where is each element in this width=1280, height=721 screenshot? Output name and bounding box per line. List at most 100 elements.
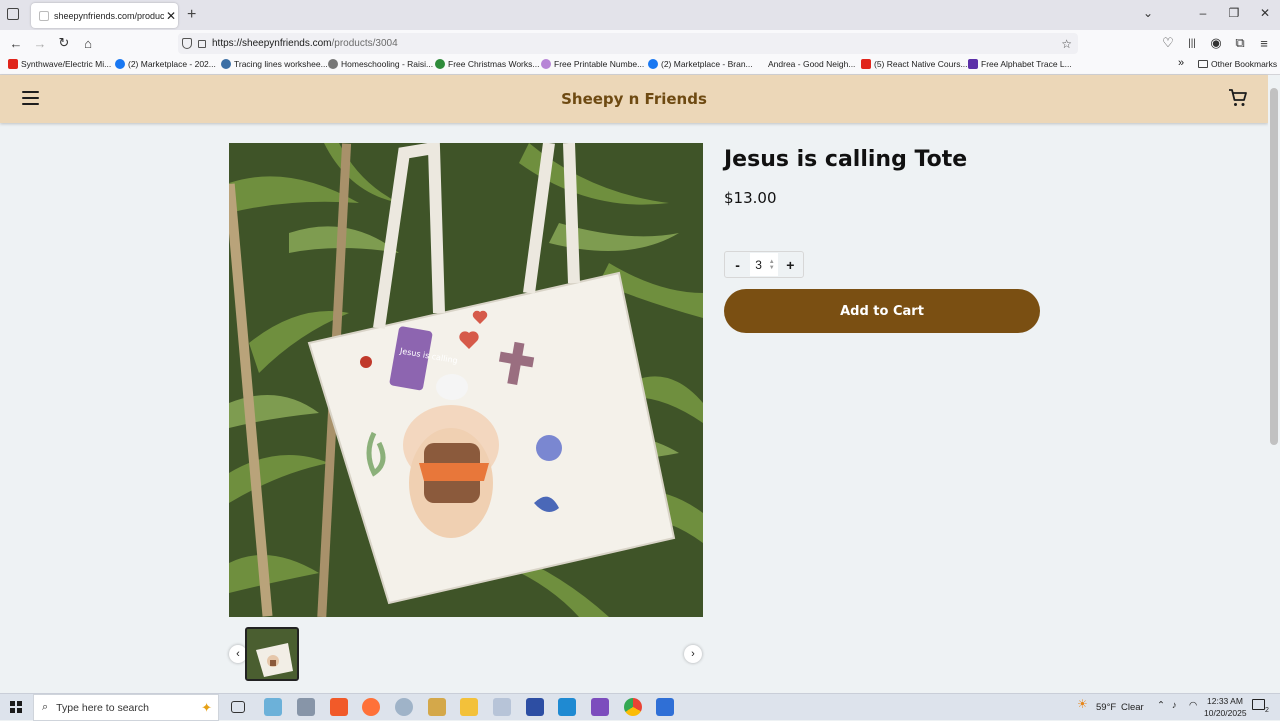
bookmark-star-icon[interactable]: ☆ bbox=[1061, 37, 1072, 51]
search-placeholder: Type here to search bbox=[56, 701, 149, 714]
bookmark-favicon-icon bbox=[328, 59, 338, 69]
bookmarks-overflow-icon[interactable]: » bbox=[1178, 57, 1184, 69]
reload-icon[interactable]: ↻ bbox=[56, 35, 72, 51]
back-icon[interactable]: ← bbox=[8, 35, 24, 51]
minimize-window-icon[interactable]: – bbox=[1193, 6, 1213, 20]
weather-icon[interactable]: ☀ bbox=[1077, 697, 1088, 711]
chrome-icon[interactable] bbox=[624, 698, 642, 716]
browser-nav-bar: ← → ↻ ⌂ https://sheepynfriends.com/produ… bbox=[0, 30, 1280, 56]
bookmark-item[interactable]: Synthwave/Electric Mi... bbox=[8, 59, 111, 69]
bookmark-item[interactable]: Free Christmas Works... bbox=[435, 59, 539, 69]
bookmark-favicon-icon bbox=[115, 59, 125, 69]
close-tab-icon[interactable]: ✕ bbox=[164, 9, 178, 23]
chevron-right-icon: › bbox=[691, 648, 695, 660]
scrollbar-thumb[interactable] bbox=[1270, 88, 1278, 445]
bookmark-favicon-icon bbox=[648, 59, 658, 69]
bookmark-item[interactable]: Free Printable Numbe... bbox=[541, 59, 644, 69]
bookmark-label: Andrea - Good Neigh... bbox=[768, 59, 856, 69]
quantity-decrement-button[interactable]: - bbox=[725, 257, 750, 273]
bookmark-item[interactable]: Tracing lines workshee... bbox=[221, 59, 328, 69]
tab-list-icon[interactable] bbox=[7, 8, 19, 20]
other-bookmarks[interactable]: Other Bookmarks bbox=[1198, 59, 1277, 69]
taskbar-app-icon[interactable] bbox=[493, 698, 511, 716]
forward-icon[interactable]: → bbox=[32, 35, 48, 51]
library-icon[interactable]: ||| bbox=[1184, 35, 1200, 51]
taskbar-app-icon[interactable] bbox=[526, 698, 544, 716]
bookmark-item[interactable]: (2) Marketplace - 202... bbox=[115, 59, 216, 69]
site-brand[interactable]: Sheepy n Friends bbox=[0, 90, 1268, 108]
bookmark-label: (2) Marketplace - 202... bbox=[128, 59, 216, 69]
volume-icon[interactable]: ♪ bbox=[1172, 700, 1177, 711]
url-domain: https://sheepynfriends.com bbox=[212, 38, 332, 49]
bookmark-favicon-icon bbox=[8, 59, 18, 69]
tab-favicon-icon bbox=[39, 10, 49, 21]
bookmark-favicon-icon bbox=[968, 59, 978, 69]
quantity-spinner-icon[interactable]: ▲ ▼ bbox=[769, 259, 775, 271]
restore-window-icon[interactable]: ❐ bbox=[1224, 6, 1244, 20]
tab-overflow-chevron-icon[interactable]: ⌄ bbox=[1138, 6, 1158, 20]
bookmark-item[interactable]: Andrea - Good Neigh... bbox=[755, 59, 855, 69]
tracking-shield-icon[interactable] bbox=[182, 38, 192, 49]
bookmark-label: (2) Marketplace - Bran... bbox=[661, 59, 753, 69]
menu-icon[interactable]: ≡ bbox=[1256, 35, 1272, 51]
extensions-icon[interactable]: ⧉ bbox=[1232, 35, 1248, 51]
windows-start-icon[interactable] bbox=[10, 701, 22, 713]
browser-tab-strip: sheepynfriends.com/products/3 ✕ + ⌄ – ❐ … bbox=[0, 0, 1280, 30]
bookmark-item[interactable]: (2) Marketplace - Bran... bbox=[648, 59, 753, 69]
product-main-image[interactable]: Jesus is calling bbox=[229, 143, 703, 617]
product-thumbnail[interactable] bbox=[245, 627, 299, 681]
bookmark-favicon-icon bbox=[221, 59, 231, 69]
quantity-increment-button[interactable]: + bbox=[778, 257, 803, 273]
bookmark-item[interactable]: Free Alphabet Trace L... bbox=[968, 59, 1072, 69]
lock-icon[interactable] bbox=[198, 39, 206, 48]
home-icon[interactable]: ⌂ bbox=[80, 35, 96, 51]
file-explorer-icon[interactable] bbox=[460, 698, 478, 716]
taskbar-app-icon[interactable] bbox=[395, 698, 413, 716]
bookmark-favicon-icon bbox=[755, 59, 765, 69]
clock-time[interactable]: 12:33 AM bbox=[1207, 696, 1243, 706]
tab-title: sheepynfriends.com/products/3 bbox=[54, 10, 164, 21]
pocket-icon[interactable]: ♡ bbox=[1160, 35, 1176, 51]
weather-temp[interactable]: 59°F bbox=[1096, 702, 1116, 713]
taskbar-app-icon[interactable] bbox=[656, 698, 674, 716]
page-scrollbar[interactable] bbox=[1268, 75, 1280, 693]
network-icon[interactable]: ◠ bbox=[1189, 700, 1197, 711]
new-tab-icon[interactable]: + bbox=[187, 6, 196, 24]
bookmark-favicon-icon bbox=[541, 59, 551, 69]
taskbar-app-icon[interactable] bbox=[264, 698, 282, 716]
notification-icon[interactable] bbox=[1252, 699, 1265, 710]
bookmark-favicon-icon bbox=[435, 59, 445, 69]
taskbar-app-icon[interactable] bbox=[297, 698, 315, 716]
brave-browser-icon[interactable] bbox=[330, 698, 348, 716]
close-window-icon[interactable]: ✕ bbox=[1255, 6, 1275, 20]
browser-tab[interactable]: sheepynfriends.com/products/3 ✕ bbox=[31, 3, 178, 28]
gallery-next-button[interactable]: › bbox=[684, 645, 702, 663]
taskbar-app-icon[interactable] bbox=[428, 698, 446, 716]
bookmark-label: (5) React Native Cours... bbox=[874, 59, 968, 69]
bookmark-label: Synthwave/Electric Mi... bbox=[21, 59, 112, 69]
tray-overflow-icon[interactable]: ⌃ bbox=[1157, 700, 1165, 711]
bookmarks-bar: Synthwave/Electric Mi... (2) Marketplace… bbox=[0, 56, 1280, 75]
bookmark-item[interactable]: (5) React Native Cours... bbox=[861, 59, 968, 69]
search-highlight-icon: ✦ bbox=[201, 699, 212, 715]
task-view-icon[interactable] bbox=[231, 701, 245, 713]
address-bar[interactable]: https://sheepynfriends.com/products/3004… bbox=[178, 33, 1078, 54]
search-icon: ⌕ bbox=[42, 701, 49, 713]
visual-studio-icon[interactable] bbox=[591, 698, 609, 716]
quantity-input[interactable]: 3 ▲ ▼ bbox=[750, 253, 778, 276]
bookmark-item[interactable]: Homeschooling - Raisi... bbox=[328, 59, 433, 69]
product-price: $13.00 bbox=[724, 189, 777, 207]
clock-date[interactable]: 10/20/2025 bbox=[1204, 708, 1247, 718]
add-to-cart-button[interactable]: Add to Cart bbox=[724, 289, 1040, 333]
quantity-value: 3 bbox=[755, 257, 762, 272]
notification-count: 2 bbox=[1265, 707, 1269, 714]
bookmark-label: Free Christmas Works... bbox=[448, 59, 540, 69]
windows-taskbar: ⌕ Type here to search ✦ ☀ 59°F Clear ⌃ ♪… bbox=[0, 693, 1280, 721]
taskbar-search-input[interactable]: ⌕ Type here to search ✦ bbox=[33, 694, 219, 721]
vscode-icon[interactable] bbox=[558, 698, 576, 716]
account-icon[interactable]: ◉ bbox=[1208, 35, 1224, 51]
shopping-cart-icon[interactable] bbox=[1228, 88, 1248, 108]
firefox-icon[interactable] bbox=[362, 698, 380, 716]
site-header: Sheepy n Friends bbox=[0, 75, 1268, 123]
weather-desc[interactable]: Clear bbox=[1121, 702, 1144, 713]
